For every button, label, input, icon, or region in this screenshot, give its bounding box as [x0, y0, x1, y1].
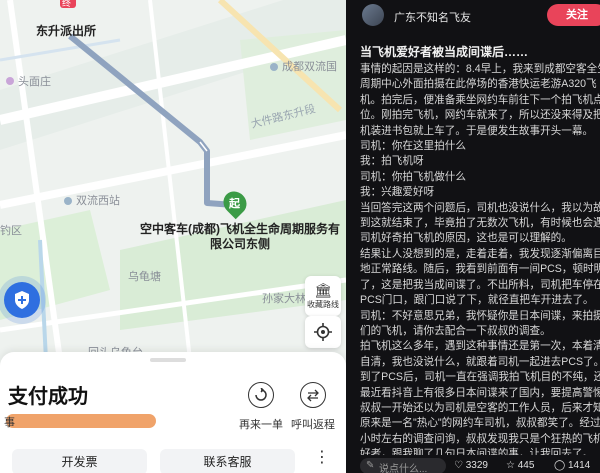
repeat-order-button[interactable]: 再来一单: [236, 382, 286, 432]
avatar[interactable]: [362, 4, 384, 26]
like-count: 3329: [465, 460, 488, 471]
more-options-icon[interactable]: ⋮: [312, 447, 332, 467]
police-station-label: 东升派出所: [36, 24, 97, 38]
post-body-line: 我：拍飞机呀: [360, 155, 424, 168]
heart-icon: ♡: [454, 460, 463, 471]
repeat-order-icon: [248, 382, 274, 408]
poi-dot-icon: [6, 77, 14, 85]
post-body-line: 了，这是把我当成间谍了。不出所料，司机把车停在: [360, 278, 600, 291]
post-body-line: 司机好奇拍飞机的原因，这也是可以理解的。: [360, 232, 572, 245]
post-body-line: 地正常路线。随后，我看到前面有一间PCS，顿时明白: [360, 263, 600, 276]
map-label-chengdu-shuangliu: 成都双流国: [282, 61, 337, 73]
end-marker-label: 终: [62, 0, 72, 8]
post-body-line: 们的飞机，请你去配合一下叔叔的调查。: [360, 324, 551, 337]
poi-dot-icon: [270, 63, 278, 71]
post-body-line: 原来是一名"热心"的网约车司机，叔叔都笑了。经过半: [360, 417, 600, 430]
favorite-route-button[interactable]: 🏛 收藏路线: [305, 276, 341, 316]
post-body-line: 事情的起因是这样的：8.4早上，我来到成都空客全生命: [360, 63, 600, 75]
return-trip-icon: [300, 382, 326, 408]
map-label-sunjia: 孙家大林: [262, 293, 306, 305]
locate-icon: [314, 323, 332, 341]
start-marker-label: 起: [229, 198, 240, 210]
locate-button[interactable]: [305, 316, 341, 348]
post-body-line: 司机：不好意思兄弟，我怀疑你是日本间谍，来拍摄我: [360, 309, 600, 322]
post-body-line: 司机：你拍飞机做什么: [360, 170, 466, 183]
map-label-toumianzhuang: 头面庄: [18, 76, 51, 88]
author-name[interactable]: 广东不知名飞友: [394, 9, 471, 25]
sheet-drag-handle[interactable]: [150, 358, 186, 362]
return-trip-button[interactable]: 呼叫返程: [288, 382, 338, 432]
poi-dot-icon: [64, 197, 72, 205]
post-body-line: 周期中心外面拍摄在此停场的香港快运老游A320飞: [360, 78, 597, 91]
like-button[interactable]: ♡ 3329: [454, 460, 488, 471]
redacted-info: [6, 414, 156, 428]
star-icon: ☆: [506, 460, 515, 471]
post-body-line: 到了PCS后，司机一直在强调我拍飞机目的不纯，还说: [360, 371, 600, 384]
return-trip-label: 呼叫返程: [291, 419, 335, 431]
shield-icon[interactable]: [4, 282, 40, 318]
post-body-line: PCS门口，跟门口说了下，就径直把车开进去了。: [360, 294, 594, 307]
payment-success-title: 支付成功: [8, 386, 88, 408]
comment-button[interactable]: ◯ 1414: [554, 460, 590, 471]
customer-service-button[interactable]: 联系客服: [160, 449, 295, 473]
post-body-line: 机。拍完后，便准备乘坐网约车前往下一个拍飞机点: [360, 93, 600, 106]
comment-placeholder: 说点什么...: [379, 464, 428, 473]
post-body-line: 叔叔一开始还以为司机是空客的工作人员，后来才知道: [360, 401, 600, 414]
post-body-line: 结果让人没想到的是，走着走着，我发现逐渐偏离目的: [360, 247, 600, 260]
map-label-wuguitang: 乌龟塘: [128, 271, 161, 283]
post-body-line: 最近看抖音上有很多日本间谍来了国内，要提高警惕。: [360, 386, 600, 399]
pencil-icon: ✎: [366, 460, 375, 471]
post-body: 事情的起因是这样的：8.4早上，我来到成都空客全生命 周期中心外面拍摄在此停场的香…: [360, 62, 600, 463]
post-body-line: 到这就结束了，毕竟拍了无数次飞机，有时候也会遇到: [360, 217, 600, 230]
building-icon: 🏛: [314, 281, 332, 298]
redacted-prefix: 事: [4, 417, 15, 429]
map-label-shuangliu-west: 双流西站: [76, 195, 120, 207]
post-title: 当飞机爱好者被当成间谍后……: [360, 45, 529, 59]
post-panel: 广东不知名飞友 关注 当飞机爱好者被当成间谍后…… 事情的起因是这样的：8.4早…: [346, 0, 600, 473]
shield-glyph-icon: [15, 291, 29, 309]
invoice-button[interactable]: 开发票: [12, 449, 147, 473]
comment-icon: ◯: [554, 460, 566, 471]
repeat-order-label: 再来一单: [239, 419, 283, 431]
favorite-route-label: 收藏路线: [307, 299, 339, 309]
follow-button[interactable]: 关注: [547, 4, 600, 26]
destination-label: 空中客车(成都)飞机全生命周期服务有限公司东侧: [140, 222, 340, 251]
post-body-line: 拍飞机这么多年，遇到这种事情还是第一次，本着清者: [360, 340, 600, 353]
map-label-diaoqu: 钓区: [0, 225, 22, 237]
map-app: 终 东升派出所 头面庄 成都双流国 大件路东升段 双流西站 钓区 乌龟塘 孙家大…: [0, 0, 346, 473]
favorite-button[interactable]: ☆ 445: [506, 460, 534, 471]
post-body-line: 机装进书包就上车了。于是便发生故事开头一幕。: [360, 124, 594, 137]
post-body-line: 小时左右的调查问询，叔叔发现我只是个狂热的飞机爱: [360, 432, 600, 445]
comment-count: 1414: [567, 460, 591, 471]
post-body-line: 司机：你在这里拍什么: [360, 140, 466, 153]
post-body-line: 当回答完这两个问题后，司机也没说什么，我以为故事: [360, 201, 600, 214]
map-canvas[interactable]: [0, 0, 346, 360]
star-count: 445: [517, 460, 535, 471]
post-body-line: 位。刚拍完飞机，网约车就来了，所以还没来得及把相: [360, 109, 600, 122]
post-body-line: 我：兴趣爱好呀: [360, 186, 435, 199]
post-body-line: 自清，我也没说什么，就跟着司机一起进去PCS了。: [360, 355, 600, 368]
